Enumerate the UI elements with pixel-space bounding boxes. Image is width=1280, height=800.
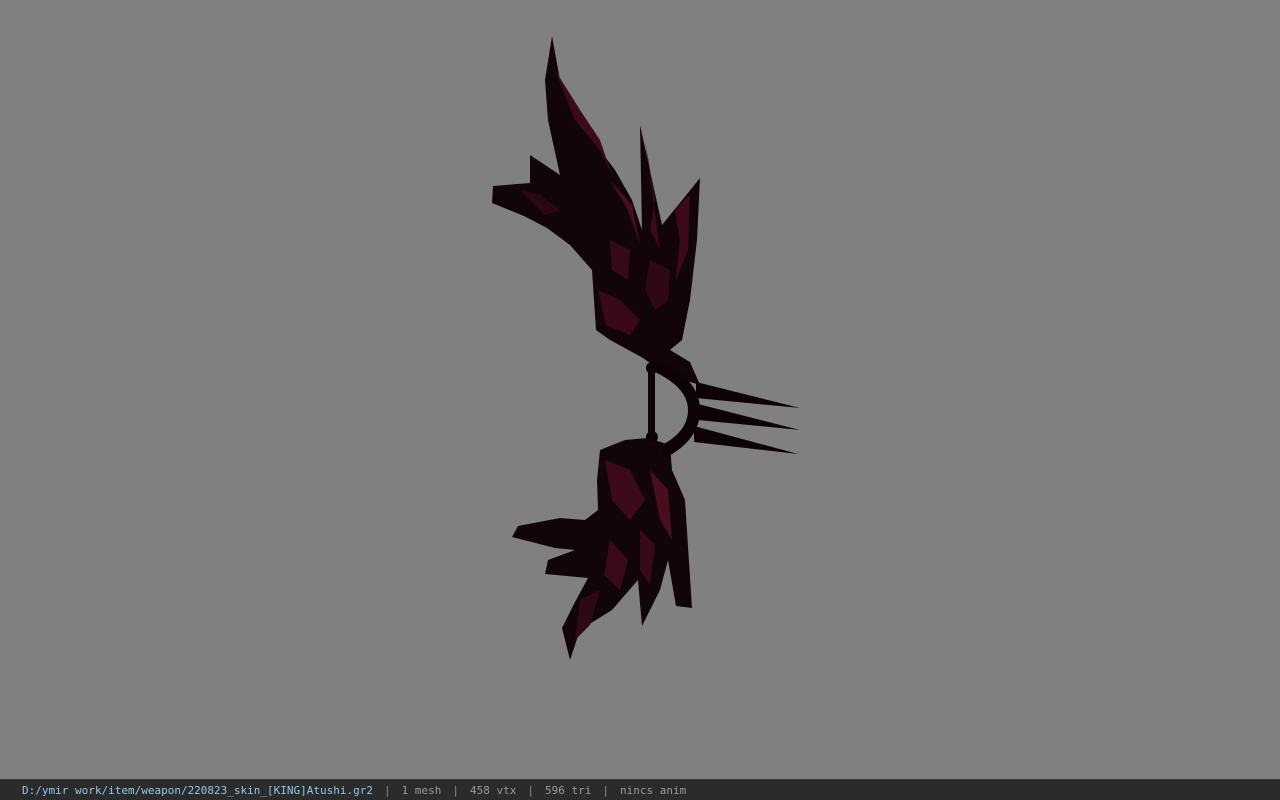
status-triangle-count: 596 tri [544,783,592,797]
status-separator: | [384,783,391,797]
lower-wing [512,438,692,660]
status-file-path: D:/ymir work/item/weapon/220823_skin_[KI… [22,783,373,797]
status-separator: | [452,783,459,797]
status-anim-status: nincs anim [619,783,687,797]
status-bar: D:/ymir work/item/weapon/220823_skin_[KI… [0,779,1280,800]
status-mesh-count: 1 mesh [401,783,442,797]
blade-spikes [694,382,800,454]
3d-viewport[interactable] [0,0,1280,779]
upper-wing [492,36,700,385]
status-vertex-count: 458 vtx [470,783,517,797]
weapon-model-render [492,36,800,660]
status-separator: | [527,783,534,797]
status-separator: | [602,783,609,797]
